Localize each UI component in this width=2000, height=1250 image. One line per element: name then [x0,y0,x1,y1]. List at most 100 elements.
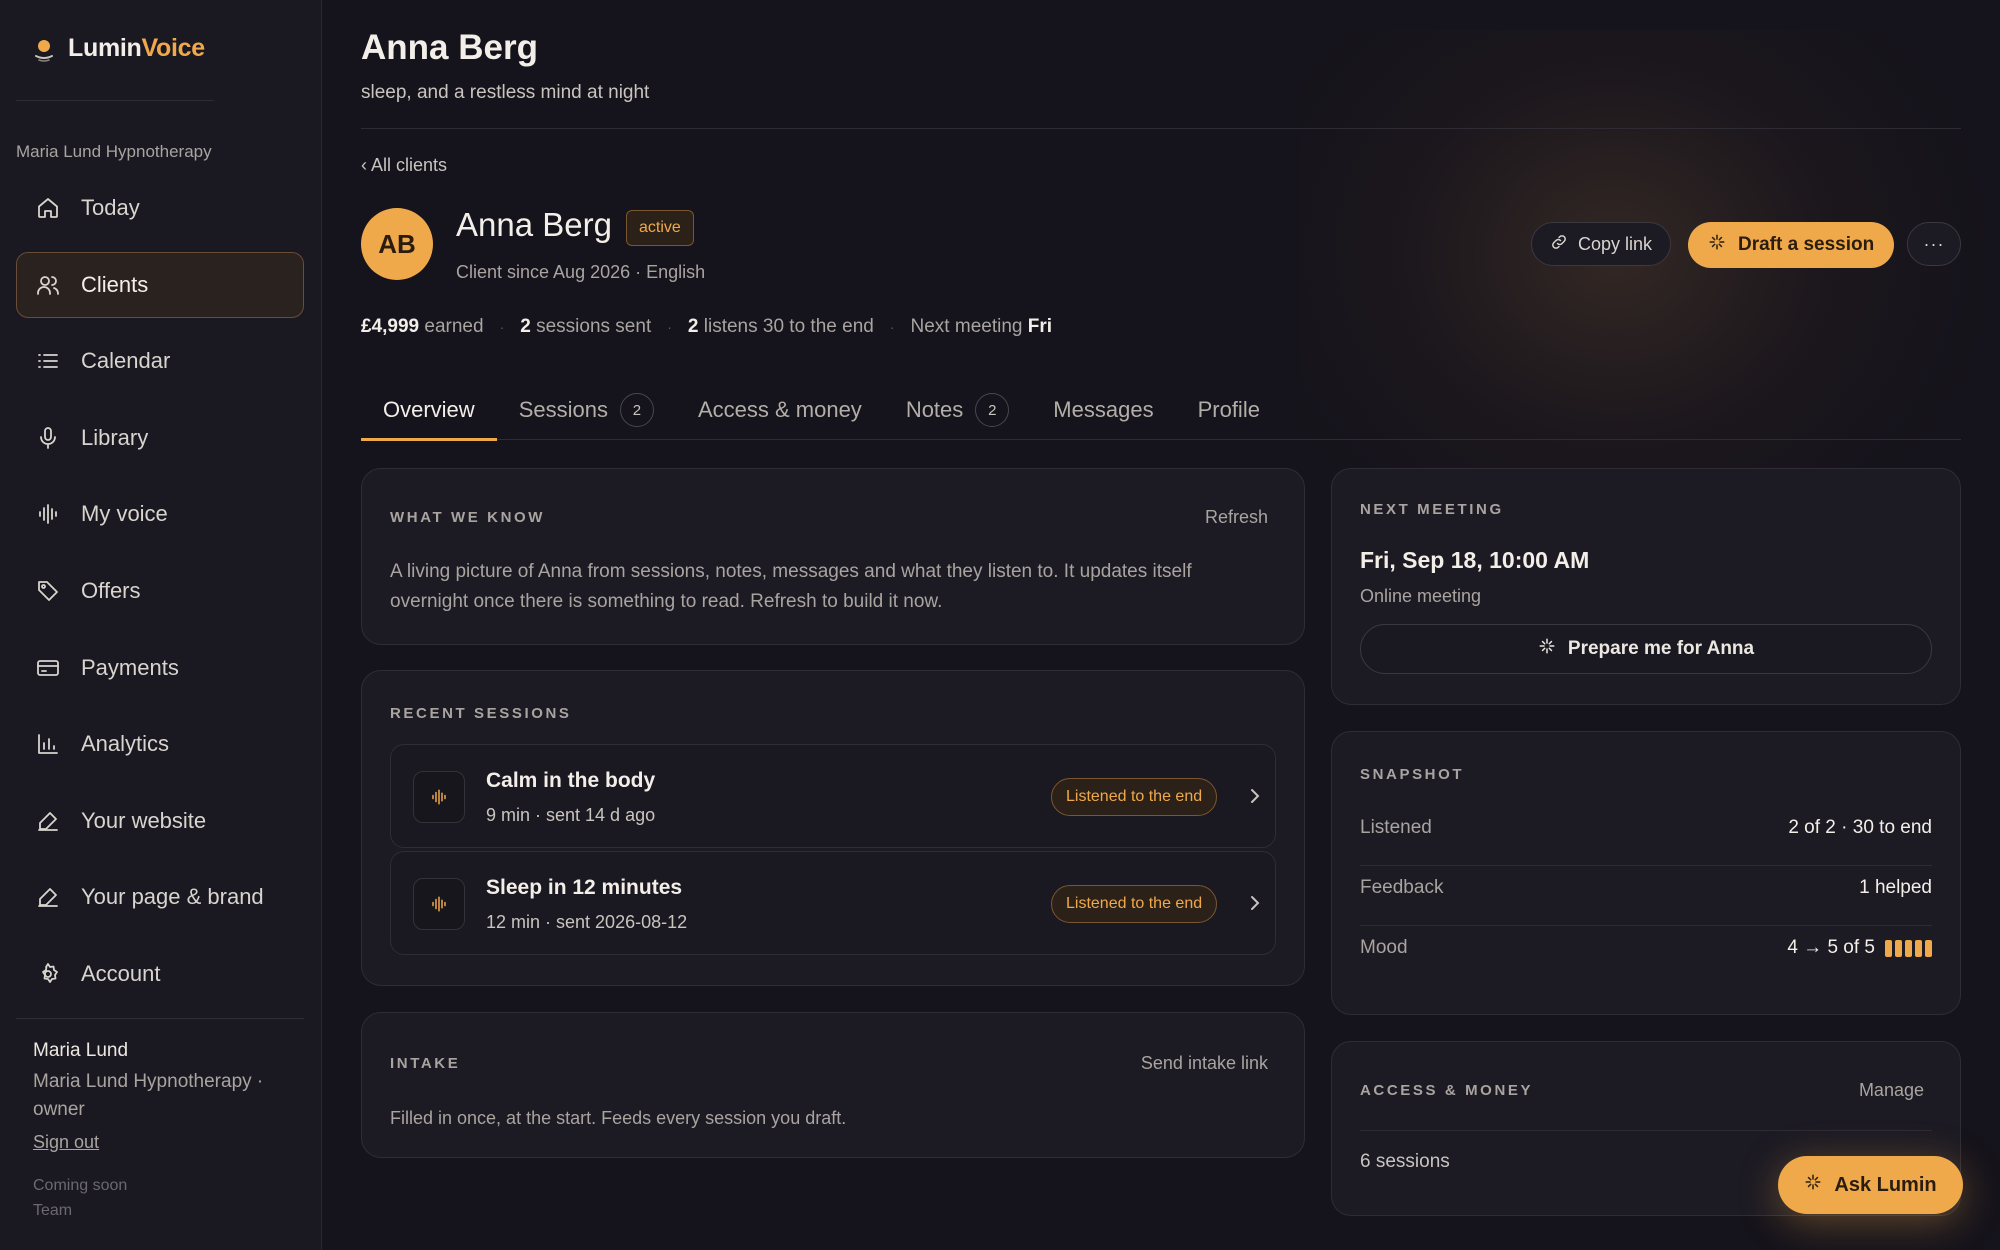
listen-status-badge: Listened to the end [1051,885,1218,923]
listen-status-badge: Listened to the end [1051,778,1218,816]
user-name: Maria Lund [33,1040,129,1061]
sparkle-icon [1538,637,1556,661]
next-meeting-value: Fri [1027,316,1053,337]
session-row[interactable]: Calm in the body 9 min · sent 14 d ago L… [390,744,1276,848]
meeting-date: Fri, Sep 18, 10:00 AM [1360,547,1590,573]
card-title: RECENT SESSIONS [390,705,572,722]
draft-session-button[interactable]: Draft a session [1688,222,1895,268]
tab-messages[interactable]: Messages [1031,380,1175,440]
sign-out-link[interactable]: Sign out [33,1132,99,1153]
sidebar-item-clients[interactable]: Clients [16,251,304,318]
logo-divider [16,100,214,101]
refresh-button[interactable]: Refresh [1205,507,1268,528]
session-meta: 12 min · sent 2026-08-12 [486,912,688,932]
sidebar-item-label: Your page & brand [81,884,264,910]
status-badge: active [626,210,694,246]
tab-overview[interactable]: Overview [361,380,497,441]
sparkle-icon [1804,1173,1822,1197]
mood-bar [1915,939,1922,957]
snapshot-card: SNAPSHOT Listened 2 of 2 · 30 to end Feed… [1331,731,1961,1015]
tab-count-badge: 2 [619,393,654,427]
tab-count-badge: 2 [975,393,1010,427]
sidebar-item-account[interactable]: Account [16,941,304,1007]
sidebar-nav: Today Clients Calendar Library My voice … [16,175,304,1018]
waveform-icon [413,771,465,823]
ask-lumin-button[interactable]: Ask Lumin [1778,1156,1963,1214]
prepare-me-button[interactable]: Prepare me for Anna [1360,624,1932,674]
page-title: Anna Berg [361,28,538,67]
mood-value: 4 → 5 of 5 [1787,937,1875,958]
client-stats: £4,999 earned · 2 sessions sent · 2 list… [361,316,1052,338]
earned-label: earned [424,316,484,337]
session-title: Calm in the body [486,769,656,792]
gear-icon [35,961,61,987]
brand-logo[interactable]: LuminVoice [32,34,205,63]
intake-text: Filled in once, at the start. Feeds ever… [390,1108,847,1128]
mood-bar [1895,939,1902,957]
back-to-clients-link[interactable]: ‹ All clients [361,155,447,176]
intake-card: INTAKE Send intake link Filled in once, … [361,1012,1305,1158]
what-we-know-text: A living picture of Anna from sessions, … [390,561,1192,612]
sidebar-item-your-website[interactable]: Your website [16,788,304,854]
client-meta: Client since Aug 2026 · English [456,262,706,282]
stat-separator: · [499,319,505,335]
home-icon [35,195,61,221]
tab-profile[interactable]: Profile [1176,380,1282,440]
sidebar-item-my-voice[interactable]: My voice [16,481,304,547]
sidebar-item-label: Clients [81,271,149,297]
stat-separator: · [889,319,895,335]
meeting-type: Online meeting [1360,586,1482,606]
sidebar-item-offers[interactable]: Offers [16,558,304,624]
sidebar-footer-divider [16,1018,304,1019]
sidebar-item-payments[interactable]: Payments [16,635,304,701]
sidebar-item-your-page-brand[interactable]: Your page & brand [16,864,304,930]
sidebar-item-analytics[interactable]: Analytics [16,711,304,777]
list-icon [35,348,61,374]
card-title: NEXT MEETING [1360,501,1504,518]
tab-access-money[interactable]: Access & money [676,380,884,440]
sidebar-item-label: Analytics [81,731,170,757]
tag-icon [35,578,61,604]
tab-sessions[interactable]: Sessions 2 [497,380,676,440]
sidebar-item-label: Account [81,960,161,986]
sidebar-item-label: Today [81,195,140,220]
earned-value: £4,999 [361,316,420,337]
sidebar-item-today[interactable]: Today [16,175,304,241]
card-title: SNAPSHOT [1360,766,1465,783]
snapshot-row-listened: Listened 2 of 2 · 30 to end [1360,817,1932,838]
copy-link-button[interactable]: Copy link [1531,222,1672,266]
tab-notes[interactable]: Notes 2 [884,380,1031,440]
card-title: INTAKE [390,1055,461,1072]
copy-link-label: Copy link [1578,233,1653,254]
access-divider [1360,1130,1932,1131]
snapshot-row-feedback: Feedback 1 helped [1360,877,1932,898]
sparkle-icon [1708,233,1726,257]
avatar: AB [361,208,433,280]
sidebar-item-library[interactable]: Library [16,405,304,471]
chevron-right-icon [1251,789,1260,803]
mood-level-bars [1885,939,1932,957]
sessions-sent-label: sessions sent [536,316,652,337]
logo-icon [32,36,56,62]
bar-chart-icon [35,731,61,757]
ask-lumin-label: Ask Lumin [1834,1173,1937,1196]
users-icon [35,272,61,298]
send-intake-link-button[interactable]: Send intake link [1141,1053,1268,1074]
session-row[interactable]: Sleep in 12 minutes 12 min · sent 2026-0… [390,851,1276,955]
edit-icon [35,808,61,834]
chevron-right-icon [1251,896,1260,910]
manage-button[interactable]: Manage [1859,1080,1924,1101]
sidebar-item-calendar[interactable]: Calendar [16,328,304,394]
client-name: Anna Berg [456,206,612,243]
client-tabs: Overview Sessions 2 Access & money Notes 2… [361,380,1961,441]
more-options-button[interactable]: ··· [1907,222,1961,266]
coming-soon-label: Coming soon [33,1177,128,1194]
waveform-icon [413,878,465,930]
org-name: Maria Lund Hypnotherapy [16,142,212,161]
page-subtitle: sleep, and a restless mind at night [361,82,650,103]
stat-separator: · [667,319,672,335]
sidebar: LuminVoice Maria Lund Hypnotherapy Today… [0,0,322,1250]
header-divider [361,128,1961,129]
sessions-sent-value: 2 [520,316,531,337]
sidebar-item-label: Payments [81,654,179,680]
